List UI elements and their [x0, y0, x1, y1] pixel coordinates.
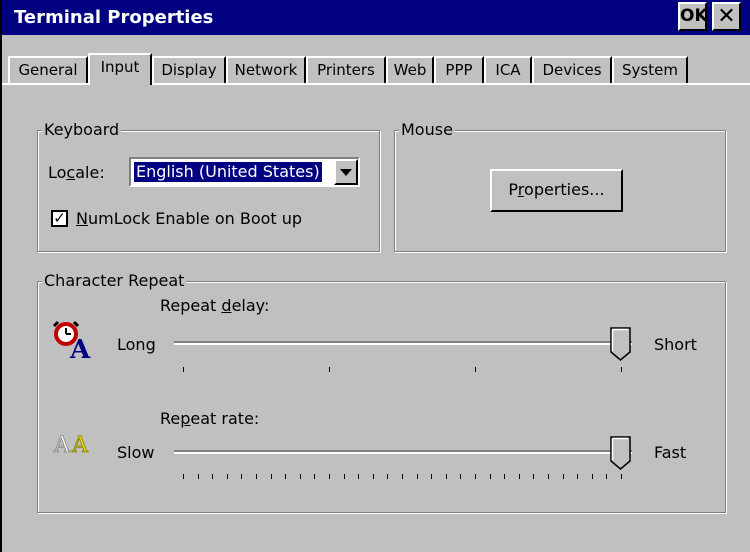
ok-button[interactable]: OK: [678, 2, 708, 31]
double-a-icon: A A: [53, 433, 90, 458]
rate-tick: [285, 474, 287, 479]
rate-tick: [416, 474, 418, 479]
tab-input[interactable]: Input: [88, 53, 152, 85]
tab-general[interactable]: General: [8, 56, 88, 83]
window-title: Terminal Properties: [14, 7, 214, 28]
svg-text:A: A: [53, 433, 71, 458]
rate-tick: [460, 474, 462, 479]
tab-ppp[interactable]: PPP: [434, 56, 484, 83]
repeat-delay-slider-thumb[interactable]: [610, 327, 632, 361]
keyboard-group-label: Keyboard: [42, 120, 122, 139]
tab-network[interactable]: Network: [226, 56, 306, 83]
tab-ica[interactable]: ICA: [484, 56, 532, 83]
keyboard-group: Keyboard: [37, 120, 380, 252]
delay-min-label: Long: [117, 335, 156, 354]
rate-tick: [197, 474, 199, 479]
rate-max-label: Fast: [654, 443, 687, 462]
rate-tick: [606, 474, 608, 479]
rate-tick: [621, 474, 622, 479]
title-bar[interactable]: Terminal Properties OK ✕: [2, 0, 750, 35]
close-icon: ✕: [717, 4, 736, 29]
rate-tick: [591, 474, 593, 479]
tab-system[interactable]: System: [612, 56, 688, 83]
numlock-checkbox[interactable]: ✓: [51, 210, 68, 227]
svg-text:A: A: [71, 433, 89, 458]
rate-tick: [504, 474, 506, 479]
rate-tick: [402, 474, 403, 479]
rate-tick: [562, 474, 564, 479]
tab-strip: General Input Display Network Printers W…: [2, 53, 750, 85]
svg-text:A: A: [69, 335, 91, 360]
tab-devices[interactable]: Devices: [532, 56, 612, 83]
tab-web[interactable]: Web: [386, 56, 434, 83]
tab-display[interactable]: Display: [152, 56, 226, 83]
rate-tick: [372, 474, 374, 479]
rate-tick: [358, 474, 360, 479]
delay-tick: [329, 367, 330, 372]
rate-tick: [533, 474, 535, 479]
tab-printers[interactable]: Printers: [306, 56, 386, 83]
alarm-clock-icon: A: [52, 320, 91, 360]
repeat-rate-label: Repeat rate:: [160, 409, 260, 428]
rate-tick: [387, 474, 389, 479]
rate-tick: [226, 474, 228, 479]
delay-max-label: Short: [654, 335, 697, 354]
mouse-properties-button[interactable]: Properties...: [490, 169, 623, 212]
terminal-properties-window: Terminal Properties OK ✕ General Input D…: [0, 0, 750, 552]
rate-tick: [518, 474, 520, 479]
rate-tick: [256, 474, 257, 479]
repeat-rate-slider-thumb[interactable]: [610, 436, 632, 470]
repeat-delay-label: Repeat delay:: [160, 296, 270, 315]
rate-tick: [299, 474, 301, 479]
rate-min-label: Slow: [117, 443, 155, 462]
rate-tick: [241, 474, 243, 479]
rate-tick: [475, 474, 476, 479]
locale-label: Locale:: [48, 163, 105, 182]
locale-value: English (United States): [133, 161, 323, 183]
rate-tick: [270, 474, 272, 479]
delay-tick: [621, 367, 622, 372]
rate-tick: [183, 474, 184, 479]
rate-tick: [548, 474, 549, 479]
rate-tick: [489, 474, 491, 479]
close-button[interactable]: ✕: [712, 2, 741, 31]
rate-tick: [431, 474, 433, 479]
rate-tick: [329, 474, 330, 479]
mouse-group-label: Mouse: [399, 120, 455, 139]
rate-tick: [445, 474, 447, 479]
locale-select[interactable]: English (United States): [129, 157, 360, 187]
rate-tick: [577, 474, 579, 479]
rate-tick: [314, 474, 316, 479]
repeat-rate-track[interactable]: [174, 450, 632, 454]
rate-tick: [212, 474, 214, 479]
delay-tick: [475, 367, 476, 372]
rate-tick: [343, 474, 345, 479]
character-repeat-group-label: Character Repeat: [42, 271, 187, 290]
checkmark-icon: ✓: [53, 209, 66, 227]
chevron-down-icon[interactable]: [334, 159, 358, 185]
numlock-label: NumLock Enable on Boot up: [76, 209, 303, 228]
character-repeat-group: Character Repeat: [37, 271, 726, 513]
delay-tick: [183, 367, 184, 372]
repeat-delay-track[interactable]: [174, 341, 632, 345]
